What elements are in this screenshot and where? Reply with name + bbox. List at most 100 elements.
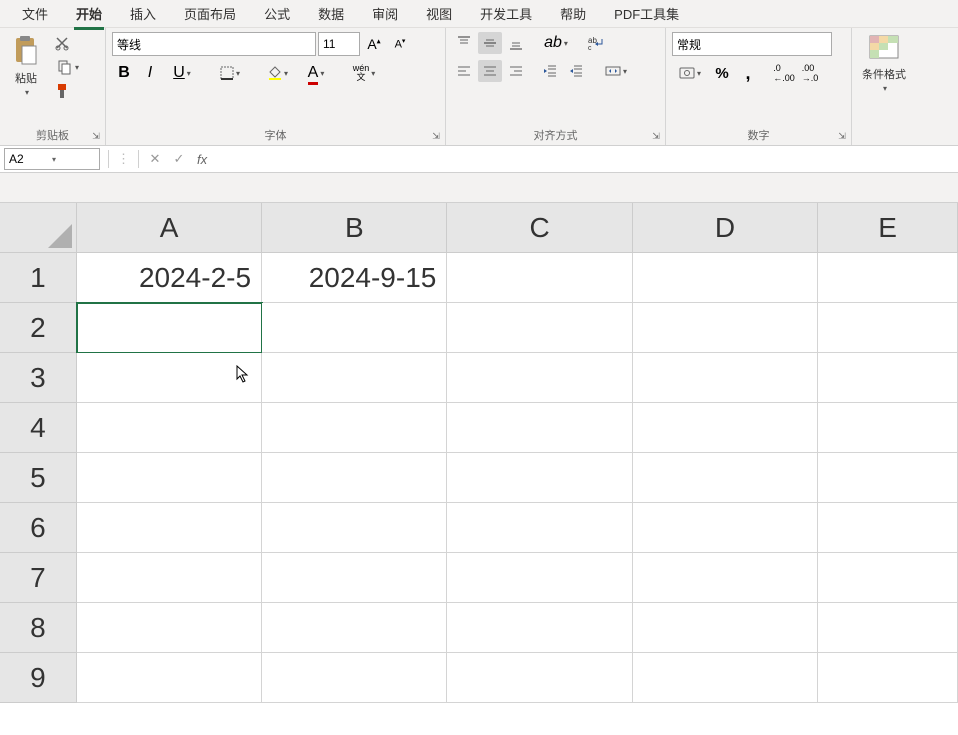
cell-D9[interactable] xyxy=(633,653,818,703)
cell-A6[interactable] xyxy=(77,503,262,553)
underline-button[interactable]: U▾ xyxy=(164,62,200,84)
font-size-select[interactable] xyxy=(318,32,360,56)
bold-button[interactable]: B xyxy=(112,62,136,84)
cell-C7[interactable] xyxy=(447,553,632,603)
increase-decimal-button[interactable]: .0←.00 xyxy=(772,62,796,84)
align-center-button[interactable] xyxy=(478,60,502,82)
row-header-1[interactable]: 1 xyxy=(0,253,77,303)
cell-A1[interactable]: 2024-2-5 xyxy=(77,253,262,303)
accept-formula-button[interactable]: ✓ xyxy=(167,148,191,170)
cell-B2[interactable] xyxy=(262,303,447,353)
column-header-A[interactable]: A xyxy=(77,203,262,253)
font-name-select[interactable] xyxy=(112,32,316,56)
wrap-text-button[interactable]: abc xyxy=(584,32,608,54)
cell-D8[interactable] xyxy=(633,603,818,653)
cell-E9[interactable] xyxy=(818,653,958,703)
column-header-D[interactable]: D xyxy=(633,203,818,253)
cell-E3[interactable] xyxy=(818,353,958,403)
select-all-corner[interactable] xyxy=(0,203,77,253)
menu-developer[interactable]: 开发工具 xyxy=(466,0,546,27)
menu-pdf-tools[interactable]: PDF工具集 xyxy=(600,0,693,27)
column-header-E[interactable]: E xyxy=(818,203,958,253)
row-header-5[interactable]: 5 xyxy=(0,453,77,503)
row-header-4[interactable]: 4 xyxy=(0,403,77,453)
cell-B7[interactable] xyxy=(262,553,447,603)
row-header-6[interactable]: 6 xyxy=(0,503,77,553)
format-painter-button[interactable] xyxy=(50,80,74,102)
column-header-B[interactable]: B xyxy=(262,203,447,253)
cell-B8[interactable] xyxy=(262,603,447,653)
decrease-indent-button[interactable] xyxy=(538,60,562,82)
cell-B5[interactable] xyxy=(262,453,447,503)
menu-home[interactable]: 开始 xyxy=(62,0,116,27)
cell-D5[interactable] xyxy=(633,453,818,503)
comma-button[interactable]: , xyxy=(736,62,760,84)
cell-C1[interactable] xyxy=(447,253,632,303)
row-header-3[interactable]: 3 xyxy=(0,353,77,403)
column-header-C[interactable]: C xyxy=(447,203,632,253)
fill-color-button[interactable]: ▾ xyxy=(260,62,296,84)
cell-C8[interactable] xyxy=(447,603,632,653)
align-left-button[interactable] xyxy=(452,60,476,82)
cell-A7[interactable] xyxy=(77,553,262,603)
menu-file[interactable]: 文件 xyxy=(8,0,62,27)
accounting-format-button[interactable]: ▾ xyxy=(672,62,708,84)
name-box[interactable]: A2 ▾ xyxy=(4,148,100,170)
menu-help[interactable]: 帮助 xyxy=(546,0,600,27)
cell-C4[interactable] xyxy=(447,403,632,453)
cell-A2[interactable] xyxy=(77,303,262,353)
row-header-8[interactable]: 8 xyxy=(0,603,77,653)
decrease-decimal-button[interactable]: .00→.0 xyxy=(798,62,822,84)
cell-E6[interactable] xyxy=(818,503,958,553)
number-dialog-launcher[interactable]: ⇲ xyxy=(835,129,849,143)
cell-D1[interactable] xyxy=(633,253,818,303)
decrease-font-button[interactable]: A▾ xyxy=(388,33,412,55)
menu-insert[interactable]: 插入 xyxy=(116,0,170,27)
align-bottom-button[interactable] xyxy=(504,32,528,54)
cell-C2[interactable] xyxy=(447,303,632,353)
merge-center-button[interactable]: ▾ xyxy=(598,60,634,82)
cancel-formula-button[interactable]: ✕ xyxy=(143,148,167,170)
cell-E1[interactable] xyxy=(818,253,958,303)
cell-D7[interactable] xyxy=(633,553,818,603)
number-format-select[interactable] xyxy=(672,32,832,56)
cell-C5[interactable] xyxy=(447,453,632,503)
formula-input[interactable] xyxy=(213,148,958,170)
cell-E4[interactable] xyxy=(818,403,958,453)
paste-button[interactable]: 粘贴 ▾ xyxy=(6,32,46,99)
expand-icon[interactable]: ⋮ xyxy=(113,151,134,167)
cell-E2[interactable] xyxy=(818,303,958,353)
fx-icon[interactable]: fx xyxy=(197,152,207,167)
menu-page-layout[interactable]: 页面布局 xyxy=(170,0,250,27)
copy-button[interactable]: ▾ xyxy=(50,56,86,78)
cell-D3[interactable] xyxy=(633,353,818,403)
cell-E8[interactable] xyxy=(818,603,958,653)
align-right-button[interactable] xyxy=(504,60,528,82)
menu-data[interactable]: 数据 xyxy=(304,0,358,27)
conditional-format-button[interactable]: 条件格式 ▾ xyxy=(858,32,910,95)
cell-E7[interactable] xyxy=(818,553,958,603)
cell-C9[interactable] xyxy=(447,653,632,703)
align-middle-button[interactable] xyxy=(478,32,502,54)
cell-E5[interactable] xyxy=(818,453,958,503)
borders-button[interactable]: ▾ xyxy=(212,62,248,84)
increase-indent-button[interactable] xyxy=(564,60,588,82)
increase-font-button[interactable]: A▴ xyxy=(362,33,386,55)
cell-A4[interactable] xyxy=(77,403,262,453)
cell-B3[interactable] xyxy=(262,353,447,403)
align-top-button[interactable] xyxy=(452,32,476,54)
cell-D4[interactable] xyxy=(633,403,818,453)
row-header-2[interactable]: 2 xyxy=(0,303,77,353)
chevron-down-icon[interactable]: ▾ xyxy=(52,155,95,164)
orientation-button[interactable]: ab▾ xyxy=(538,32,574,54)
cell-B9[interactable] xyxy=(262,653,447,703)
cell-B4[interactable] xyxy=(262,403,447,453)
cell-B6[interactable] xyxy=(262,503,447,553)
menu-view[interactable]: 视图 xyxy=(412,0,466,27)
font-color-button[interactable]: A ▾ xyxy=(298,62,334,84)
cell-D2[interactable] xyxy=(633,303,818,353)
font-dialog-launcher[interactable]: ⇲ xyxy=(429,129,443,143)
menu-formulas[interactable]: 公式 xyxy=(250,0,304,27)
alignment-dialog-launcher[interactable]: ⇲ xyxy=(649,129,663,143)
cell-A9[interactable] xyxy=(77,653,262,703)
